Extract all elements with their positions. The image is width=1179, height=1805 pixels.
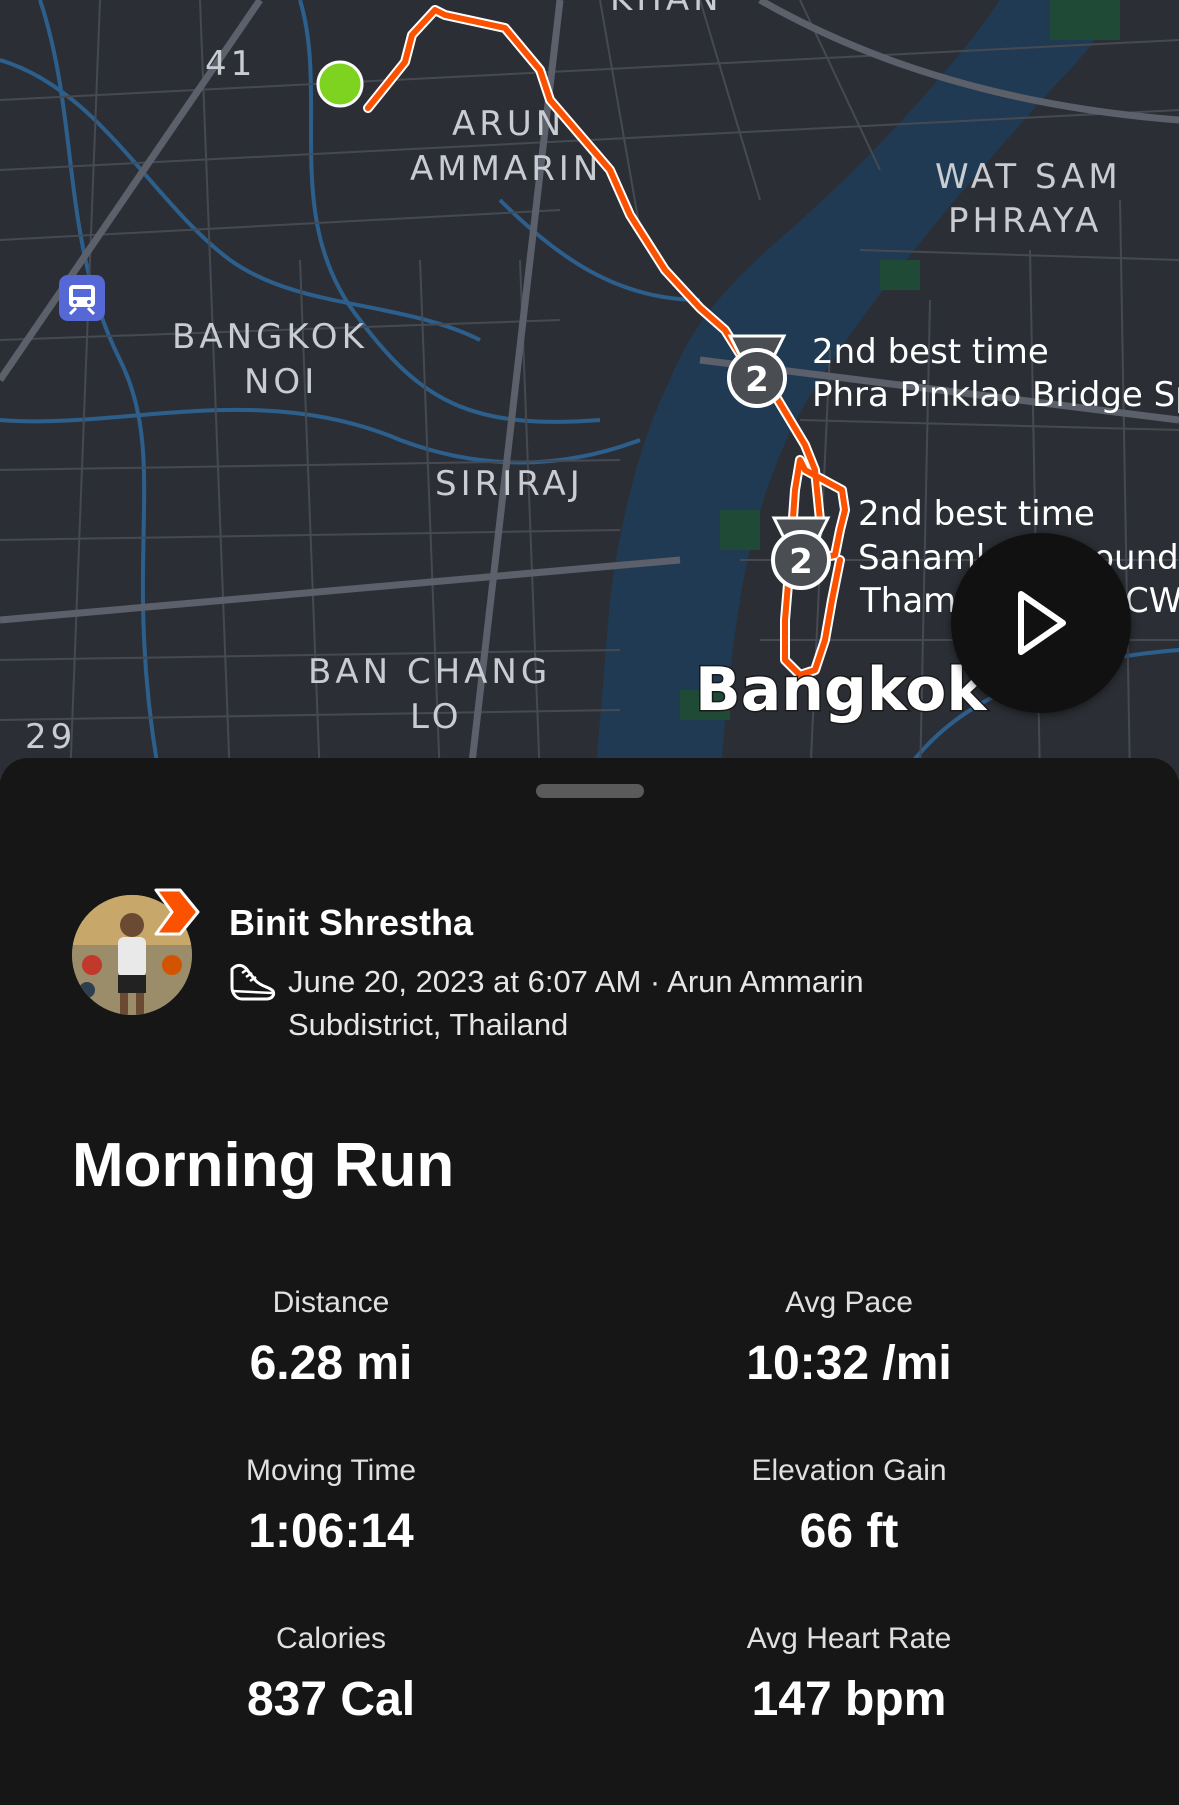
route-map[interactable]: 41 KHAN ARUN AMMARIN WAT SAM PHRAYA BANG… (0, 0, 1179, 780)
stat-label: Avg Heart Rate (746, 1622, 952, 1655)
segment-line3[interactable]: Tham (859, 581, 956, 621)
stat-distance: Distance 6.28 mi (71, 1286, 591, 1391)
stat-value: 837 Cal (246, 1673, 416, 1726)
sheet-drag-handle[interactable] (536, 784, 644, 798)
map-label-siriraj: SIRIRAJ (435, 464, 584, 504)
map-label-lo: LO (410, 697, 463, 737)
map-label-arun: ARUN (452, 104, 565, 144)
segment-medal-rank: 2 (789, 542, 813, 582)
map-label-noi: NOI (244, 362, 318, 402)
activity-location-cont: Subdistrict, Thailand (288, 1007, 569, 1042)
segment-medal-rank: 2 (745, 360, 769, 400)
stat-value: 66 ft (799, 1505, 899, 1558)
stat-label: Moving Time (245, 1454, 417, 1487)
map-label-bangkok: BANGKOK (172, 317, 368, 357)
play-icon (1018, 591, 1066, 655)
stat-avg-pace: Avg Pace 10:32 /mi (589, 1286, 1109, 1391)
activity-date-location: June 20, 2023 at 6:07 AM · Arun Ammarin (288, 964, 864, 999)
stat-calories: Calories 837 Cal (71, 1622, 591, 1727)
map-label-ammarin: AMMARIN (410, 149, 602, 189)
stat-value: 10:32 /mi (746, 1337, 952, 1390)
stat-label: Avg Pace (785, 1286, 913, 1319)
map-label-wat-sam: WAT SAM (935, 157, 1122, 197)
stat-avg-heart-rate: Avg Heart Rate 147 bpm (589, 1622, 1109, 1727)
stat-value: 6.28 mi (249, 1337, 413, 1390)
map-label-phraya: PHRAYA (948, 201, 1102, 241)
stat-value: 1:06:14 (248, 1505, 414, 1558)
map-label-29: 29 (25, 717, 76, 757)
segment-line1[interactable]: 2nd best time (858, 494, 1095, 534)
segment-line3-end[interactable]: CW (1125, 581, 1179, 621)
segment-line2[interactable]: Phra Pinklao Bridge Sp (812, 375, 1179, 415)
stat-label: Calories (275, 1622, 387, 1655)
stat-label: Elevation Gain (751, 1454, 947, 1487)
start-marker (316, 60, 364, 108)
map-label-khan: KHAN (610, 0, 723, 19)
segment-line1[interactable]: 2nd best time (812, 332, 1049, 372)
activity-sheet: Binit Shrestha June 20, 2023 at 6:07 AM … (0, 758, 1179, 1805)
stat-elevation-gain: Elevation Gain 66 ft (589, 1454, 1109, 1559)
stat-label: Distance (272, 1286, 390, 1319)
map-label-city: Bangkok (695, 655, 988, 725)
play-flyover-button[interactable] (951, 533, 1131, 713)
running-shoe-icon (230, 963, 276, 1001)
activity-title: Morning Run (72, 1131, 455, 1200)
stat-value: 147 bpm (751, 1673, 947, 1726)
athlete-name[interactable]: Binit Shrestha (229, 902, 473, 944)
map-label-ban-chang: BAN CHANG (308, 652, 551, 692)
transit-icon (59, 275, 105, 321)
stat-moving-time: Moving Time 1:06:14 (71, 1454, 591, 1559)
strava-subscriber-badge-icon (154, 888, 200, 936)
map-label-41: 41 (205, 44, 256, 84)
